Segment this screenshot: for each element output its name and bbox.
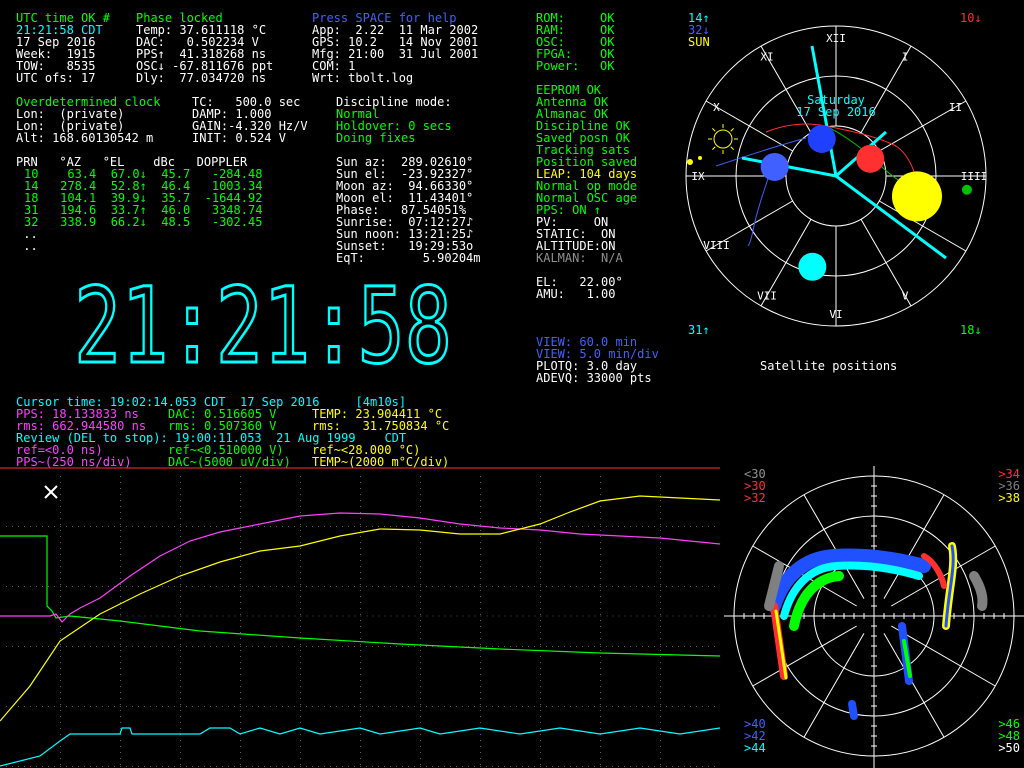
clock-hour-label: IX <box>691 170 705 183</box>
signal-legend-label: >50 <box>998 741 1020 755</box>
clock-hour-label: VI <box>829 308 842 321</box>
big-clock-text: 21:21:58 <box>74 280 452 370</box>
equation-of-time: EqT: 5.90204m <box>336 251 481 265</box>
clock-hour-label: IIII <box>961 170 988 183</box>
satellite-sky-map[interactable]: XIIIIIIIIIVVIVIIVIIIIXXXI 14↑ 32↓ SUN 10… <box>676 6 996 340</box>
utc-offset: UTC ofs: 17 <box>16 71 96 85</box>
satellite-marker <box>798 252 827 281</box>
sky-label-sun: SUN <box>688 35 710 49</box>
close-icon[interactable] <box>44 485 58 499</box>
sky-date: 17 Sep 2016 <box>796 105 875 119</box>
satellite-marker <box>760 152 789 181</box>
sun-icon <box>708 124 738 154</box>
satellite-marker <box>856 144 885 173</box>
sky-label-10: 10↓ <box>960 11 982 25</box>
table-row: 32 338.9 66.2↓ 48.5 -302.45 <box>24 215 263 229</box>
hw-value: OK <box>600 59 615 73</box>
clock-hour-label: XI <box>760 50 773 63</box>
amu-mask: AMU: 1.00 <box>536 287 616 301</box>
data-plot[interactable] <box>0 466 720 768</box>
clock-hour-label: X <box>713 101 720 114</box>
big-clock: 21:21:58 <box>73 280 454 370</box>
log-file: Wrt: tbolt.log <box>312 71 414 85</box>
table-row-empty: .. <box>16 239 38 253</box>
clock-hour-label: VIII <box>703 239 730 252</box>
sky-map-title: Satellite positions <box>760 359 898 373</box>
dly-readout: Dly: 77.034720 ns <box>136 71 267 85</box>
satellite-marker <box>891 171 942 222</box>
signal-legend-label: >32 <box>744 491 766 505</box>
satellite-marker <box>807 124 836 153</box>
kalman-status: KALMAN: N/A <box>536 251 623 265</box>
init-readout: INIT: 0.524 V <box>192 131 286 145</box>
satellite-marker <box>961 184 972 195</box>
alt-readout: Alt: 168.60130542 m <box>16 131 154 145</box>
sky-label-18: 18↓ <box>960 323 982 337</box>
clock-hour-label: I <box>902 50 909 63</box>
sky-label-31: 31↑ <box>688 323 710 337</box>
clock-hour-label: II <box>949 101 962 114</box>
clock-hour-label: VII <box>757 290 777 303</box>
pps-trace <box>0 512 720 623</box>
signal-tracks <box>764 542 988 720</box>
clock-hour-label: V <box>902 290 909 303</box>
hw-key: Power: <box>536 59 580 73</box>
signal-level-map[interactable]: <30>30>32>34>36>38>40>42>44>46>48>50 <box>724 466 1024 768</box>
clock-hour-label: XII <box>826 32 846 45</box>
signal-legend-label: >44 <box>744 741 766 755</box>
signal-legend-label: >38 <box>998 491 1020 505</box>
adev-queue: ADEVQ: 33000 pts <box>536 371 652 385</box>
fix-status: Doing fixes <box>336 131 416 145</box>
